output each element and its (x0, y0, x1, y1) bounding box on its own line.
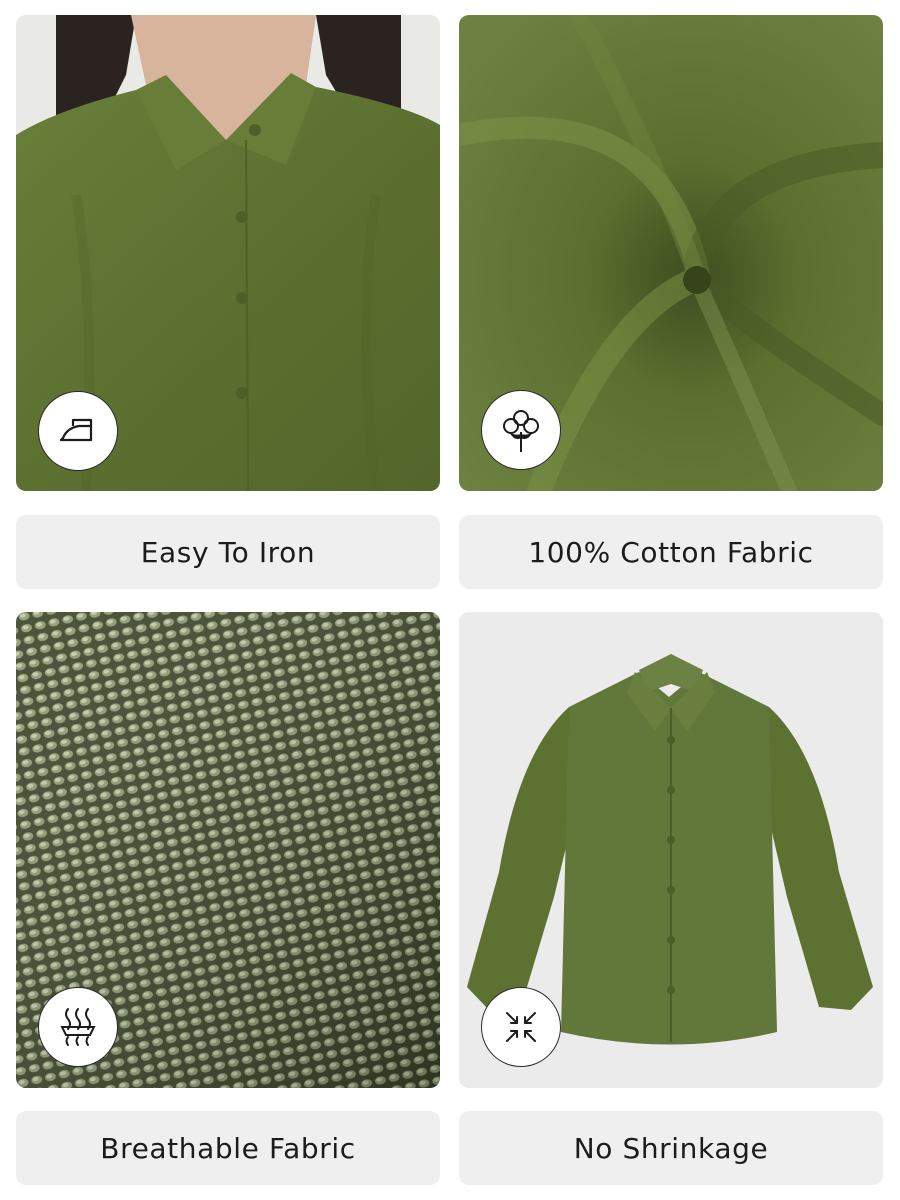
iron-icon (38, 391, 118, 471)
feature-image-easy-to-iron (16, 15, 440, 491)
feature-label-cotton-fabric: 100% Cotton Fabric (459, 515, 883, 589)
feature-label-breathable-fabric: Breathable Fabric (16, 1111, 440, 1185)
breathable-fabric-icon (38, 987, 118, 1067)
cotton-flower-icon (481, 390, 561, 470)
feature-image-breathable-fabric (16, 612, 440, 1088)
feature-image-no-shrinkage (459, 612, 883, 1088)
feature-label-no-shrinkage: No Shrinkage (459, 1111, 883, 1185)
feature-image-cotton-fabric (459, 15, 883, 491)
no-shrink-arrows-icon (481, 987, 561, 1067)
feature-label-easy-to-iron: Easy To Iron (16, 515, 440, 589)
